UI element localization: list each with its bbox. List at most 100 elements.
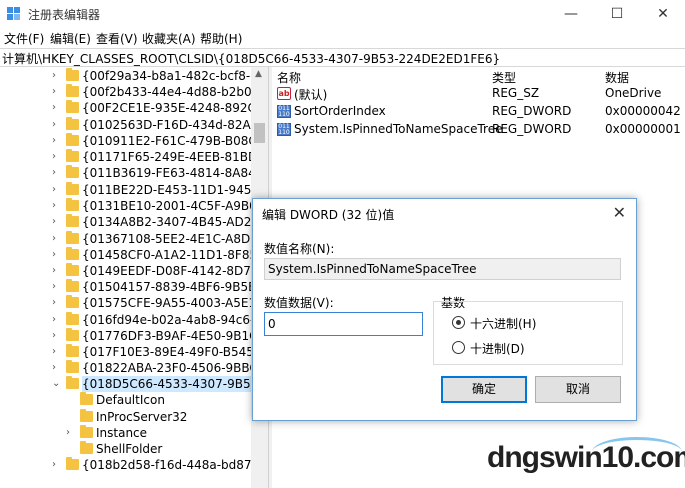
menu-edit[interactable]: 编辑(E) xyxy=(50,30,91,47)
value-name: (默认) xyxy=(294,88,328,102)
radio-dec[interactable] xyxy=(452,341,465,354)
chevron-right-icon[interactable]: › xyxy=(52,69,62,83)
menu-file[interactable]: 文件(F) xyxy=(4,30,44,47)
tree-item[interactable]: › {0134A8B2-3407-4B45-AD25-E xyxy=(0,214,268,230)
tree-item[interactable]: › {011BE22D-E453-11D1-945A-0 xyxy=(0,182,268,198)
tree-item[interactable]: › {00F2CE1E-935E-4248-892C-1 xyxy=(0,100,268,116)
base-group: 十六进制(H) 十进制(D) xyxy=(433,301,623,365)
scroll-thumb[interactable] xyxy=(254,123,265,143)
chevron-right-icon[interactable]: › xyxy=(52,85,62,99)
tree-item[interactable]: › {01822ABA-23F0-4506-9BBC-6 xyxy=(0,360,268,376)
tree-item-label: {017F10E3-89E4-49F0-B545-61 xyxy=(82,345,268,359)
chevron-right-icon[interactable]: › xyxy=(52,150,62,164)
value-data: OneDrive xyxy=(605,86,662,100)
value-row[interactable]: ab (默认) REG_SZ OneDrive xyxy=(272,85,685,102)
address-bar[interactable]: 计算机\HKEY_CLASSES_ROOT\CLSID\{018D5C66-45… xyxy=(0,48,685,67)
tree-item[interactable]: › {0149EEDF-D08F-4142-8D73-D xyxy=(0,263,268,279)
value-data: 0x00000001 (1 xyxy=(605,122,685,136)
close-button[interactable]: ✕ xyxy=(640,0,685,28)
folder-icon xyxy=(66,457,79,470)
tree-item[interactable]: DefaultIcon xyxy=(0,392,260,408)
radio-hex[interactable] xyxy=(452,316,465,329)
close-icon[interactable]: ✕ xyxy=(613,203,626,222)
chevron-right-icon[interactable]: › xyxy=(52,232,62,246)
radio-hex-label[interactable]: 十六进制(H) xyxy=(470,315,536,332)
column-header-data[interactable]: 数据 xyxy=(605,69,629,86)
tree-item[interactable]: InProcServer32 xyxy=(0,409,260,425)
tree-item[interactable]: › {016fd94e-b02a-4ab8-94c6-14 xyxy=(0,312,268,328)
cancel-button[interactable]: 取消 xyxy=(535,376,621,403)
chevron-right-icon[interactable]: › xyxy=(52,101,62,115)
tree-item[interactable]: › {018b2d58-f16d-448a-bd87-22 xyxy=(0,457,268,473)
menu-favorites[interactable]: 收藏夹(A) xyxy=(142,30,196,47)
chevron-right-icon[interactable]: › xyxy=(52,134,62,148)
tree-item[interactable]: › {010911E2-F61C-479B-B08C-4 xyxy=(0,133,268,149)
maximize-button[interactable]: ☐ xyxy=(594,0,640,28)
radio-dec-label[interactable]: 十进制(D) xyxy=(470,340,525,357)
value-data-label: 数值数据(V): xyxy=(264,296,334,310)
chevron-right-icon[interactable]: › xyxy=(66,426,76,440)
folder-icon xyxy=(80,425,93,438)
tree-item[interactable]: › {017F10E3-89E4-49F0-B545-61 xyxy=(0,344,268,360)
chevron-right-icon[interactable]: › xyxy=(52,248,62,262)
tree-item[interactable]: › {01367108-5EE2-4E1C-A8DE-2 xyxy=(0,231,268,247)
tree-item-label: {0134A8B2-3407-4B45-AD25-E xyxy=(82,215,268,229)
menu-view[interactable]: 查看(V) xyxy=(96,30,138,47)
tree-item-label: {01776DF3-B9AF-4E50-9B1C-5 xyxy=(82,329,268,343)
address-path[interactable]: 计算机\HKEY_CLASSES_ROOT\CLSID\{018D5C66-45… xyxy=(2,50,500,67)
folder-icon xyxy=(66,328,79,341)
chevron-right-icon[interactable]: › xyxy=(52,199,62,213)
folder-icon xyxy=(66,100,79,113)
tree-item-label: {011B3619-FE63-4814-8A84-1 xyxy=(82,166,268,180)
chevron-down-icon[interactable]: ⌄ xyxy=(52,377,62,391)
value-data-input[interactable]: 0 xyxy=(264,312,423,336)
chevron-right-icon[interactable]: › xyxy=(52,118,62,132)
tree-item[interactable]: › Instance xyxy=(0,425,260,441)
binary-value-icon: 011 110 xyxy=(277,123,291,136)
tree-item[interactable]: › {00f2b433-44e4-4d88-b2b0-2e xyxy=(0,84,268,100)
folder-icon xyxy=(66,344,79,357)
tree-item[interactable]: › {0102563D-F16D-434d-82A2-3 xyxy=(0,117,268,133)
binary-value-icon: 011 110 xyxy=(277,105,291,118)
folder-icon xyxy=(80,441,93,454)
tree-item[interactable]: › {01575CFE-9A55-4003-A5E1-F xyxy=(0,295,267,311)
tree-item-label: {01822ABA-23F0-4506-9BBC-6 xyxy=(82,361,268,375)
tree-item[interactable]: › {01504157-8839-4BF6-9B5B-5 xyxy=(0,279,268,295)
tree-item[interactable]: › {00f29a34-b8a1-482c-bcf8-3ac xyxy=(0,68,268,84)
folder-icon xyxy=(66,198,79,211)
tree-item[interactable]: › {011B3619-FE63-4814-8A84-1 xyxy=(0,165,268,181)
string-value-icon: ab xyxy=(277,87,291,100)
tree-item[interactable]: › {01776DF3-B9AF-4E50-9B1C-5 xyxy=(0,328,268,344)
chevron-right-icon[interactable]: › xyxy=(52,345,62,359)
menu-bar: 文件(F) 编辑(E) 查看(V) 收藏夹(A) 帮助(H) xyxy=(0,28,685,48)
ok-button[interactable]: 确定 xyxy=(441,376,527,403)
folder-icon xyxy=(66,312,79,325)
chevron-right-icon[interactable]: › xyxy=(52,264,62,278)
tree-item-selected[interactable]: ⌄ {018D5C66-4533-4307-9B53-2 xyxy=(0,376,268,392)
value-row[interactable]: 011 110 SortOrderIndex REG_DWORD 0x000000… xyxy=(272,103,685,120)
tree-item[interactable]: ShellFolder xyxy=(0,441,260,457)
minimize-button[interactable]: — xyxy=(548,0,594,28)
chevron-right-icon[interactable]: › xyxy=(52,166,62,180)
chevron-right-icon[interactable]: › xyxy=(52,313,62,327)
tree-item-label: Instance xyxy=(96,426,148,440)
chevron-right-icon[interactable]: › xyxy=(52,329,62,343)
column-header-name[interactable]: 名称 xyxy=(277,69,301,86)
chevron-right-icon[interactable]: › xyxy=(52,280,62,294)
regedit-icon xyxy=(7,7,21,21)
chevron-right-icon[interactable]: › xyxy=(52,183,62,197)
tree-item[interactable]: › {01458CF0-A1A2-11D1-8F85-0 xyxy=(0,247,268,263)
chevron-right-icon[interactable]: › xyxy=(52,361,62,375)
value-row[interactable]: 011 110 System.IsPinnedToNameSpaceTree RE… xyxy=(272,121,685,138)
value-name-field: System.IsPinnedToNameSpaceTree xyxy=(264,258,621,280)
folder-icon xyxy=(66,165,79,178)
tree-item[interactable]: › {0131BE10-2001-4C5F-A9B0-C xyxy=(0,198,268,214)
chevron-right-icon[interactable]: › xyxy=(52,215,62,229)
scroll-up-icon[interactable]: ▲ xyxy=(255,69,262,79)
tree-item[interactable]: › {01171F65-249E-4EEB-81BD-0 xyxy=(0,149,268,165)
chevron-right-icon[interactable]: › xyxy=(52,458,62,472)
chevron-right-icon[interactable]: › xyxy=(52,296,62,310)
column-header-type[interactable]: 类型 xyxy=(492,69,516,86)
folder-icon xyxy=(66,295,79,308)
menu-help[interactable]: 帮助(H) xyxy=(200,30,242,47)
